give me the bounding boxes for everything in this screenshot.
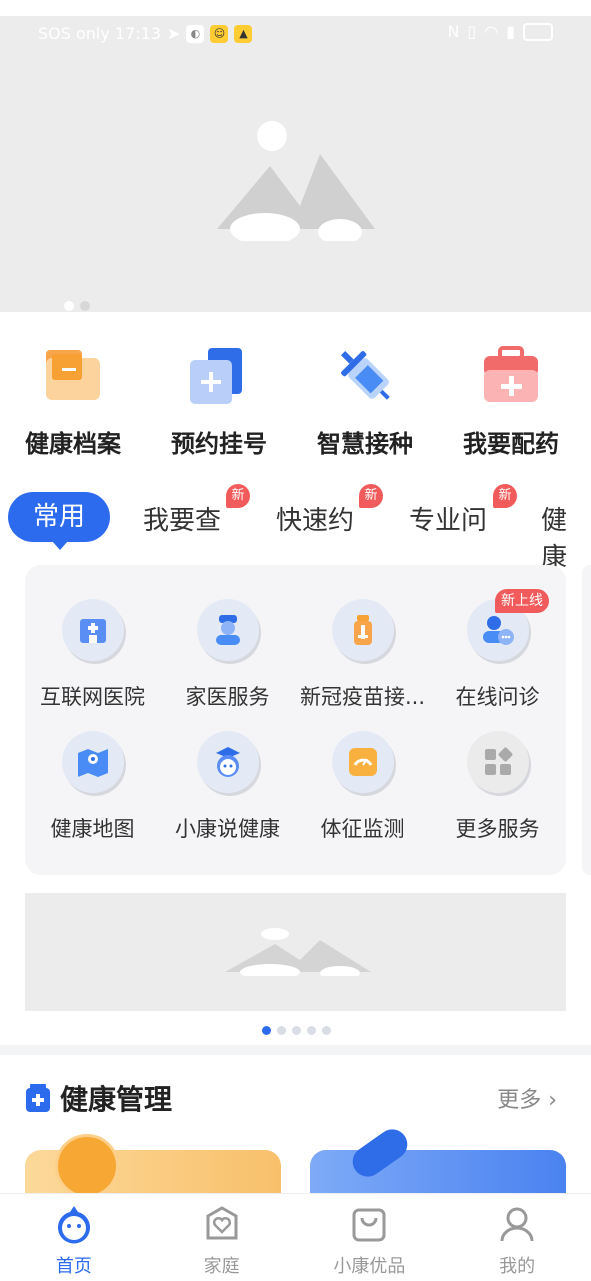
emoji-icon: ☺ — [210, 24, 229, 43]
tab-common[interactable]: 常用 — [8, 492, 110, 550]
service-label: 家医服务 — [185, 685, 270, 709]
pagination-dot — [262, 1026, 271, 1035]
medical-kit-icon — [26, 1084, 50, 1112]
quick-action-medicine[interactable]: 我要配药 — [438, 340, 584, 459]
new-badge: 新 — [493, 484, 517, 508]
new-badge: 新 — [359, 484, 383, 508]
quick-action-health-record[interactable]: 健康档案 — [0, 340, 146, 459]
middle-banner-pagination — [262, 1026, 331, 1035]
image-placeholder-icon — [217, 121, 375, 241]
nav-family[interactable]: 家庭 — [148, 1194, 296, 1281]
banner-pagination — [64, 301, 90, 311]
tab-quick-appointment[interactable]: 快速约 — [276, 500, 354, 537]
health-management-header: 健康管理 — [26, 1078, 172, 1118]
service-label: 更多服务 — [455, 817, 540, 841]
nfc-icon: N — [447, 22, 460, 41]
map-icon — [61, 731, 124, 793]
quick-action-label: 预约挂号 — [171, 430, 267, 458]
service-label: 互联网医院 — [40, 685, 145, 709]
battery-icon — [523, 22, 553, 41]
section-title: 健康管理 — [60, 1083, 173, 1116]
service-more[interactable]: 更多服务 — [430, 731, 565, 843]
more-link[interactable]: 更多 › — [497, 1082, 557, 1114]
profile-icon — [500, 1207, 534, 1242]
monitor-icon — [331, 731, 394, 793]
nav-profile[interactable]: 我的 — [443, 1194, 591, 1281]
nav-label: 我的 — [499, 1256, 536, 1277]
service-label: 小康说健康 — [175, 817, 280, 841]
pagination-dot — [307, 1026, 316, 1035]
shopping-bag-icon — [352, 1208, 386, 1242]
pagination-dot — [292, 1026, 301, 1035]
section-divider — [0, 1045, 591, 1055]
image-placeholder-icon — [225, 928, 371, 976]
new-online-badge: 新上线 — [495, 589, 549, 613]
service-online-consult[interactable]: 在线问诊 — [430, 599, 565, 711]
medicine-kit-icon — [476, 340, 546, 410]
browser-icon: ◐ — [186, 24, 205, 43]
category-tabs: 常用 我要查 新 快速约 新 专业问 新 健康 — [0, 484, 591, 573]
next-panel-edge — [582, 565, 591, 875]
tab-check[interactable]: 我要查 — [143, 500, 221, 537]
quick-action-label: 智慧接种 — [317, 430, 413, 458]
bottom-navigation: 首页 家庭 小康优品 我的 — [0, 1193, 591, 1281]
new-badge: 新 — [226, 484, 250, 508]
telegram-icon: ➤ — [167, 24, 181, 43]
pagination-dot — [277, 1026, 286, 1035]
penguin-icon: ▲ — [234, 24, 253, 43]
home-mascot-icon — [57, 1206, 90, 1244]
tab-health[interactable]: 健康 — [541, 500, 591, 574]
quick-action-appointment[interactable]: 预约挂号 — [146, 340, 292, 459]
pagination-dot — [322, 1026, 331, 1035]
folder-icon — [38, 340, 108, 410]
service-health-map[interactable]: 健康地图 — [25, 731, 160, 843]
service-internet-hospital[interactable]: 互联网医院 — [25, 599, 160, 711]
doctor-icon — [196, 599, 259, 661]
pill-icon — [346, 1123, 414, 1183]
middle-banner[interactable] — [25, 893, 566, 1011]
quick-action-label: 我要配药 — [463, 430, 559, 458]
quick-action-vaccination[interactable]: 智慧接种 — [292, 340, 438, 459]
services-panel: 互联网医院 家医服务 新冠疫苗接... 在线问诊 新上线 健康地图 小康说健康 — [25, 565, 566, 875]
family-heart-icon — [206, 1206, 238, 1240]
nav-label: 小康优品 — [333, 1256, 406, 1277]
status-bar: SOS only 17:13 ➤ ◐ ☺ ▲ N ▯ ◠ ▮ — [0, 0, 591, 66]
vibrate-icon: ▯ — [467, 22, 477, 41]
pagination-dot — [64, 301, 74, 311]
more-grid-icon — [466, 731, 529, 793]
quick-action-label: 健康档案 — [25, 430, 121, 458]
service-label: 体征监测 — [320, 817, 405, 841]
service-family-doctor[interactable]: 家医服务 — [160, 599, 295, 711]
syringe-icon — [330, 340, 400, 410]
service-vital-signs[interactable]: 体征监测 — [295, 731, 430, 843]
coin-icon — [55, 1134, 119, 1198]
nav-home[interactable]: 首页 — [0, 1194, 148, 1281]
service-label: 新冠疫苗接... — [299, 685, 426, 709]
register-icon — [184, 340, 254, 410]
vaccine-icon — [331, 599, 394, 661]
tab-professional[interactable]: 专业问 — [409, 500, 487, 537]
mascot-icon — [196, 731, 259, 793]
quick-actions: 健康档案 预约挂号 智慧接种 我要配药 — [0, 340, 591, 459]
nav-shop[interactable]: 小康优品 — [296, 1194, 444, 1281]
service-health-talk[interactable]: 小康说健康 — [160, 731, 295, 843]
service-label: 健康地图 — [50, 817, 135, 841]
nav-label: 家庭 — [203, 1256, 240, 1277]
nav-label: 首页 — [55, 1256, 92, 1277]
service-covid-vaccine[interactable]: 新冠疫苗接... — [295, 599, 430, 711]
hospital-icon — [61, 599, 124, 661]
wifi-icon: ◠ — [484, 22, 499, 41]
pagination-dot — [80, 301, 90, 311]
sim-icon: ▮ — [506, 22, 515, 41]
service-label: 在线问诊 — [455, 685, 540, 709]
status-text: SOS only 17:13 — [38, 24, 162, 43]
